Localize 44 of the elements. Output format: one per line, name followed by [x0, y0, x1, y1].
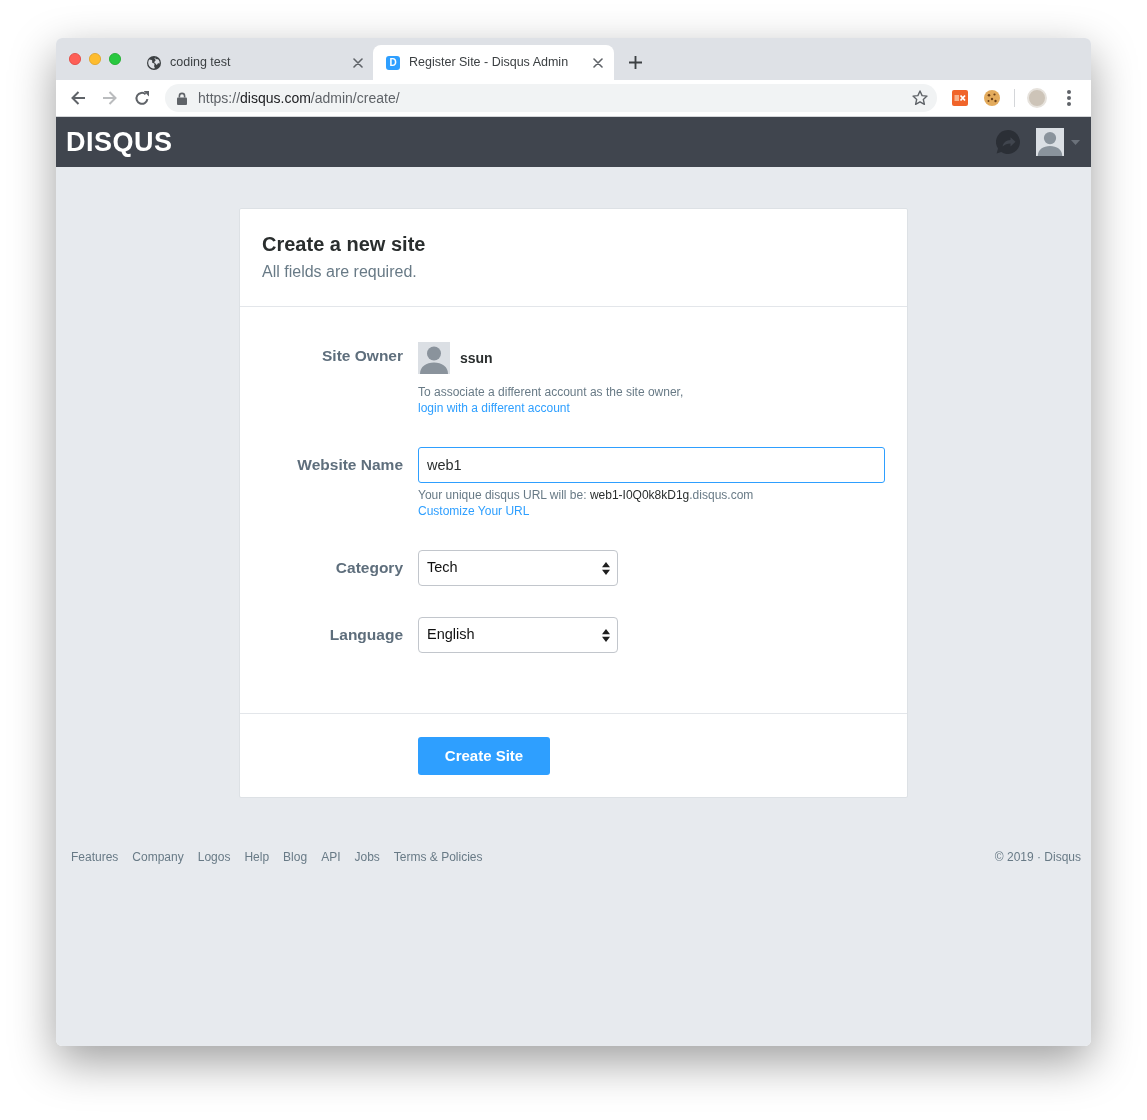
- menu-icon[interactable]: [1067, 90, 1071, 106]
- owner-username: ssun: [460, 348, 493, 368]
- address-bar[interactable]: https://disqus.com/admin/create/: [165, 84, 937, 112]
- disqus-logo[interactable]: DISQUS: [66, 128, 173, 156]
- owner-note: To associate a different account as the site owner,: [418, 385, 684, 399]
- url-text[interactable]: https://disqus.com/admin/create/: [198, 87, 400, 109]
- updown-arrows-icon[interactable]: [602, 628, 610, 642]
- field-label: Site Owner: [322, 345, 403, 366]
- field-label: Website Name: [297, 455, 403, 476]
- field-label: Category: [335, 558, 403, 579]
- footer-link[interactable]: Logos: [197, 849, 231, 865]
- customize-url-link[interactable]: Customize Your URL: [418, 504, 530, 518]
- card-title: Create a new site: [262, 232, 427, 257]
- footer-link[interactable]: Company: [132, 849, 184, 865]
- website-name-input[interactable]: web1: [418, 447, 885, 483]
- bookmark-star-icon[interactable]: [912, 90, 928, 106]
- select-dropdown[interactable]: Tech: [418, 550, 618, 586]
- reload-icon[interactable]: [134, 90, 150, 106]
- login-link[interactable]: login with a different account: [418, 401, 570, 415]
- card-subtitle: All fields are required.: [262, 262, 418, 282]
- footer-link[interactable]: Terms & Policies: [393, 849, 483, 865]
- field-label: Language: [329, 625, 403, 646]
- footer-link[interactable]: Blog: [283, 849, 308, 865]
- footer-link[interactable]: Features: [71, 849, 119, 865]
- window-close-icon[interactable]: [69, 53, 81, 65]
- tab-favicon: D: [386, 55, 400, 70]
- url-hint: Your unique disqus URL will be: web1-I0Q0k8kD1g.disqus.com: [418, 488, 754, 502]
- lock-icon: [177, 91, 187, 105]
- footer-link[interactable]: Help: [244, 849, 270, 865]
- close-icon[interactable]: [593, 57, 603, 68]
- extension-icon[interactable]: [952, 90, 968, 106]
- avatar-icon: [418, 342, 450, 374]
- copyright-text: © 2019 · Disqus: [994, 849, 1081, 865]
- globe-icon: [147, 55, 161, 70]
- browser-tab[interactable]: D Register Site - Disqus Admin: [373, 45, 614, 80]
- cookie-icon[interactable]: [984, 90, 1000, 106]
- back-arrow-icon[interactable]: [70, 90, 86, 106]
- footer-link[interactable]: Jobs: [354, 849, 380, 865]
- footer-link[interactable]: API: [321, 849, 341, 865]
- create-site-button[interactable]: Create Site: [418, 737, 550, 775]
- select-dropdown[interactable]: English: [418, 617, 618, 653]
- new-tab-icon[interactable]: [629, 55, 642, 69]
- updown-arrows-icon[interactable]: [602, 561, 610, 575]
- close-icon[interactable]: [353, 57, 363, 68]
